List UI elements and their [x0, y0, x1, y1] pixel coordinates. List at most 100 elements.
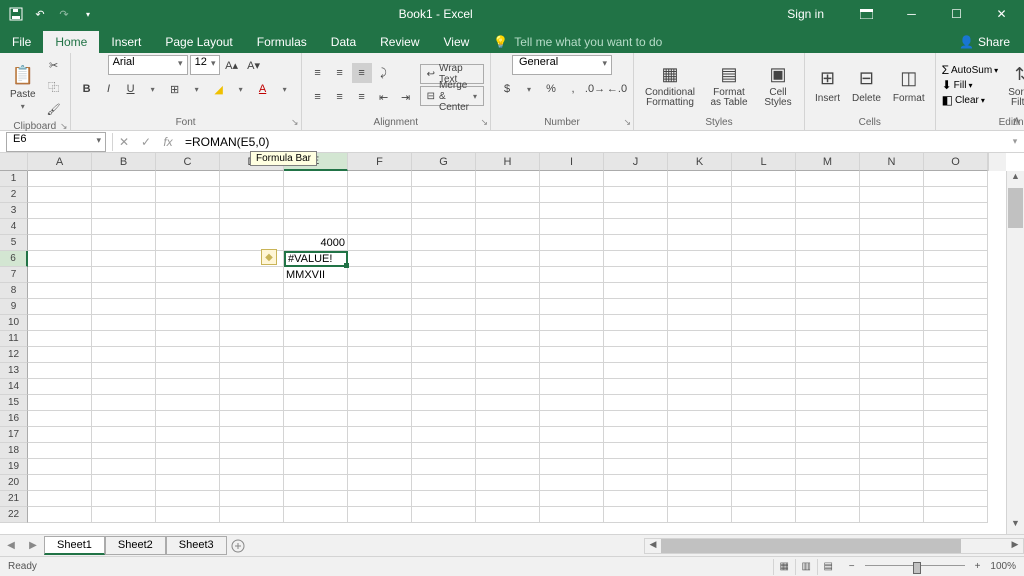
row-header-19[interactable]: 19 [0, 459, 28, 475]
align-center-icon[interactable]: ≡ [330, 87, 350, 107]
cell-H20[interactable] [476, 475, 540, 491]
cell-L7[interactable] [732, 267, 796, 283]
cell-M7[interactable] [796, 267, 860, 283]
qa-customize-icon[interactable]: ▾ [80, 6, 96, 22]
cell-K3[interactable] [668, 203, 732, 219]
cell-O18[interactable] [924, 443, 988, 459]
cell-O15[interactable] [924, 395, 988, 411]
cell-A10[interactable] [28, 315, 92, 331]
col-header-N[interactable]: N [860, 153, 924, 171]
cell-F14[interactable] [348, 379, 412, 395]
cell-G15[interactable] [412, 395, 476, 411]
cell-H14[interactable] [476, 379, 540, 395]
enter-formula-icon[interactable]: ✓ [135, 132, 157, 152]
cell-K17[interactable] [668, 427, 732, 443]
page-break-view-icon[interactable]: ▤ [817, 559, 839, 575]
tab-view[interactable]: View [432, 31, 482, 53]
cell-K18[interactable] [668, 443, 732, 459]
cell-G1[interactable] [412, 171, 476, 187]
cell-A22[interactable] [28, 507, 92, 523]
cell-H8[interactable] [476, 283, 540, 299]
cell-A15[interactable] [28, 395, 92, 411]
cell-I3[interactable] [540, 203, 604, 219]
formula-input[interactable] [179, 132, 1006, 152]
cell-L16[interactable] [732, 411, 796, 427]
cell-N2[interactable] [860, 187, 924, 203]
cell-O7[interactable] [924, 267, 988, 283]
cell-M4[interactable] [796, 219, 860, 235]
tab-data[interactable]: Data [319, 31, 368, 53]
cell-N11[interactable] [860, 331, 924, 347]
vertical-scrollbar[interactable]: ▲ ▼ [1006, 171, 1024, 534]
cell-O2[interactable] [924, 187, 988, 203]
cell-H11[interactable] [476, 331, 540, 347]
cell-A19[interactable] [28, 459, 92, 475]
cell-G18[interactable] [412, 443, 476, 459]
row-header-12[interactable]: 12 [0, 347, 28, 363]
close-icon[interactable]: ✕ [979, 0, 1024, 28]
sheet-tab-sheet3[interactable]: Sheet3 [166, 536, 227, 555]
cell-A5[interactable] [28, 235, 92, 251]
cell-L3[interactable] [732, 203, 796, 219]
comma-icon[interactable]: , [563, 79, 583, 99]
cell-O6[interactable] [924, 251, 988, 267]
row-header-16[interactable]: 16 [0, 411, 28, 427]
cell-K4[interactable] [668, 219, 732, 235]
cell-H17[interactable] [476, 427, 540, 443]
col-header-O[interactable]: O [924, 153, 988, 171]
cell-O22[interactable] [924, 507, 988, 523]
cell-D8[interactable] [220, 283, 284, 299]
number-format-select[interactable]: General [512, 55, 612, 75]
cell-J21[interactable] [604, 491, 668, 507]
cell-E20[interactable] [284, 475, 348, 491]
zoom-in-icon[interactable]: + [975, 561, 981, 572]
cell-L2[interactable] [732, 187, 796, 203]
cell-M17[interactable] [796, 427, 860, 443]
cell-C2[interactable] [156, 187, 220, 203]
cell-F3[interactable] [348, 203, 412, 219]
cell-H12[interactable] [476, 347, 540, 363]
cell-E11[interactable] [284, 331, 348, 347]
cell-E21[interactable] [284, 491, 348, 507]
cell-F16[interactable] [348, 411, 412, 427]
cell-M22[interactable] [796, 507, 860, 523]
cell-E22[interactable] [284, 507, 348, 523]
zoom-level[interactable]: 100% [990, 561, 1016, 572]
cell-N22[interactable] [860, 507, 924, 523]
cell-C3[interactable] [156, 203, 220, 219]
ribbon-display-icon[interactable] [844, 0, 889, 28]
cell-D21[interactable] [220, 491, 284, 507]
row-header-3[interactable]: 3 [0, 203, 28, 219]
cell-J20[interactable] [604, 475, 668, 491]
cell-C1[interactable] [156, 171, 220, 187]
cell-F20[interactable] [348, 475, 412, 491]
cell-C18[interactable] [156, 443, 220, 459]
cell-F6[interactable] [348, 251, 412, 267]
underline-icon[interactable]: U [121, 79, 141, 99]
horizontal-scrollbar[interactable]: ◀ ▶ [644, 538, 1024, 554]
cell-M5[interactable] [796, 235, 860, 251]
cell-C22[interactable] [156, 507, 220, 523]
cell-K10[interactable] [668, 315, 732, 331]
cell-B9[interactable] [92, 299, 156, 315]
tab-formulas[interactable]: Formulas [245, 31, 319, 53]
minimize-icon[interactable]: ─ [889, 0, 934, 28]
col-header-H[interactable]: H [476, 153, 540, 171]
cell-O5[interactable] [924, 235, 988, 251]
cell-O10[interactable] [924, 315, 988, 331]
cell-E13[interactable] [284, 363, 348, 379]
cell-B3[interactable] [92, 203, 156, 219]
cell-L12[interactable] [732, 347, 796, 363]
normal-view-icon[interactable]: ▦ [773, 559, 795, 575]
cell-F22[interactable] [348, 507, 412, 523]
fill-more-icon[interactable]: ▾ [231, 79, 251, 99]
cell-I15[interactable] [540, 395, 604, 411]
sign-in-button[interactable]: Sign in [767, 7, 844, 21]
cell-A1[interactable] [28, 171, 92, 187]
cell-H3[interactable] [476, 203, 540, 219]
cell-L19[interactable] [732, 459, 796, 475]
col-header-K[interactable]: K [668, 153, 732, 171]
cell-K21[interactable] [668, 491, 732, 507]
cell-N7[interactable] [860, 267, 924, 283]
cell-E9[interactable] [284, 299, 348, 315]
